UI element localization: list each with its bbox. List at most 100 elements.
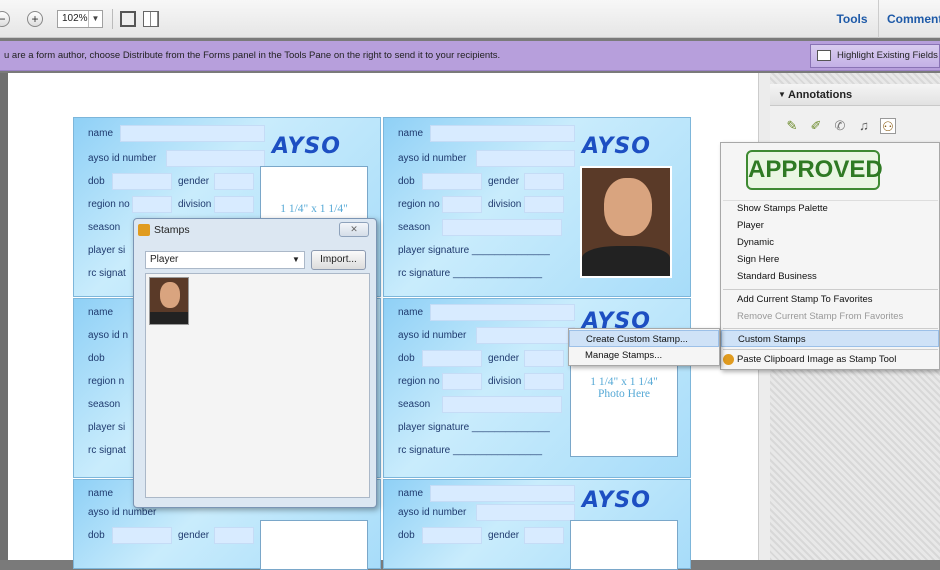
season-label: season: [398, 399, 431, 410]
rc-signature-label: rc signature ________________: [398, 445, 543, 456]
zoom-in-icon[interactable]: +: [27, 11, 43, 27]
menu-item-dynamic[interactable]: Dynamic: [721, 234, 774, 251]
id-field[interactable]: [166, 150, 265, 167]
menu-divider: [723, 289, 938, 290]
menu-item-custom-stamps[interactable]: Custom Stamps: [721, 330, 939, 347]
stamp-category-select[interactable]: Player: [145, 251, 305, 269]
rc-signature-label: rc signature ________________: [398, 268, 543, 279]
dob-label: dob: [88, 176, 105, 187]
dob-field[interactable]: [422, 350, 482, 367]
shirt-shape: [150, 312, 188, 324]
fit-width-icon[interactable]: [143, 11, 159, 27]
annotations-toolbar: ✎ ✐ ✆ ♫ ⚇: [770, 106, 940, 146]
region-field[interactable]: [442, 373, 482, 390]
division-label: division: [178, 199, 212, 210]
highlight-text-icon[interactable]: ✐: [808, 118, 824, 134]
name-field[interactable]: [120, 125, 265, 142]
dob-field[interactable]: [112, 527, 172, 544]
dob-field[interactable]: [112, 173, 172, 190]
fit-page-icon[interactable]: [120, 11, 136, 27]
chevron-down-icon[interactable]: ▼: [88, 11, 102, 27]
region-label: region no: [398, 376, 440, 387]
id-card: name AYSO ayso id number dob gender regi…: [383, 117, 691, 297]
id-field[interactable]: [476, 327, 575, 344]
division-label: division: [488, 199, 522, 210]
gender-field[interactable]: [214, 173, 254, 190]
dob-field[interactable]: [422, 173, 482, 190]
name-label: name: [398, 488, 424, 499]
dob-field[interactable]: [422, 527, 482, 544]
stamps-title: Stamps: [154, 224, 190, 236]
gender-field[interactable]: [524, 527, 564, 544]
photo-placeholder[interactable]: [570, 520, 678, 570]
division-field[interactable]: [214, 196, 254, 213]
annotations-header[interactable]: ▼ Annotations: [770, 84, 940, 106]
gender-field[interactable]: [524, 350, 564, 367]
region-field[interactable]: [132, 196, 172, 213]
id-card: name AYSO ayso id number dob gender: [383, 479, 691, 570]
import-button[interactable]: Import...: [311, 250, 366, 270]
stamp-list: [145, 273, 370, 498]
custom-stamps-submenu: Create Custom Stamp... Manage Stamps...: [568, 328, 720, 366]
form-info-bar: u are a form author, choose Distribute f…: [0, 41, 940, 71]
tab-tools[interactable]: Tools: [828, 0, 876, 38]
player-signature-label: player signature ______________: [398, 422, 550, 433]
paste-clipboard-label: Paste Clipboard Image as Stamp Tool: [737, 354, 897, 365]
photo-placeholder[interactable]: [260, 520, 368, 570]
toolbar-divider: [112, 9, 113, 29]
approved-stamp-preview[interactable]: APPROVED: [746, 150, 883, 190]
name-field[interactable]: [430, 485, 575, 502]
attach-file-icon[interactable]: ✆: [832, 118, 848, 134]
stamp-icon[interactable]: ⚇: [880, 118, 896, 134]
highlight-fields-button[interactable]: Highlight Existing Fields: [810, 44, 940, 68]
menu-item-paste-clipboard[interactable]: Paste Clipboard Image as Stamp Tool: [721, 351, 896, 368]
zoom-out-icon[interactable]: −: [0, 11, 10, 27]
division-label: division: [488, 376, 522, 387]
gender-label: gender: [488, 353, 520, 364]
sticky-note-icon[interactable]: ✎: [784, 118, 800, 134]
id-label: ayso id number: [88, 153, 157, 164]
menu-item-player[interactable]: Player: [721, 217, 764, 234]
record-audio-icon[interactable]: ♫: [856, 118, 872, 134]
name-label: name: [88, 307, 114, 318]
name-field[interactable]: [430, 304, 575, 321]
menu-item-show-palette[interactable]: Show Stamps Palette: [721, 200, 828, 217]
close-icon[interactable]: ✕: [339, 222, 369, 237]
face-shape: [160, 282, 180, 308]
region-label: region n: [88, 376, 125, 387]
stamp-thumbnail[interactable]: [149, 277, 189, 325]
info-message: u are a form author, choose Distribute f…: [4, 50, 501, 61]
menu-item-standard-business[interactable]: Standard Business: [721, 268, 817, 285]
stamp-tool-icon: [723, 354, 734, 365]
id-field[interactable]: [476, 150, 575, 167]
menu-item-create-custom-stamp[interactable]: Create Custom Stamp...: [569, 330, 719, 347]
dob-label: dob: [398, 176, 415, 187]
dob-label: dob: [88, 353, 105, 364]
chevron-down-icon[interactable]: ▼: [292, 255, 300, 264]
ayso-logo: AYSO: [582, 134, 651, 159]
gender-label: gender: [178, 176, 210, 187]
id-field[interactable]: [476, 504, 575, 521]
name-field[interactable]: [430, 125, 575, 142]
tab-comment[interactable]: Comment: [878, 0, 940, 38]
division-field[interactable]: [524, 196, 564, 213]
id-label: ayso id number: [398, 507, 467, 518]
season-field[interactable]: [442, 396, 562, 413]
player-photo: [580, 166, 672, 278]
shirt-shape: [582, 246, 670, 276]
season-label: season: [398, 222, 431, 233]
dob-label: dob: [398, 353, 415, 364]
gender-field[interactable]: [524, 173, 564, 190]
region-label: region no: [88, 199, 130, 210]
face-shape: [604, 178, 652, 236]
menu-item-manage-stamps[interactable]: Manage Stamps...: [569, 347, 662, 364]
photo-size-label: 1 1/4" x 1 1/4": [590, 376, 658, 388]
menu-item-add-favorites[interactable]: Add Current Stamp To Favorites: [721, 291, 873, 308]
gender-field[interactable]: [214, 527, 254, 544]
region-field[interactable]: [442, 196, 482, 213]
season-field[interactable]: [442, 219, 562, 236]
menu-item-sign-here[interactable]: Sign Here: [721, 251, 779, 268]
division-field[interactable]: [524, 373, 564, 390]
stamp-app-icon: [138, 224, 150, 236]
form-fields-icon: [817, 50, 831, 61]
